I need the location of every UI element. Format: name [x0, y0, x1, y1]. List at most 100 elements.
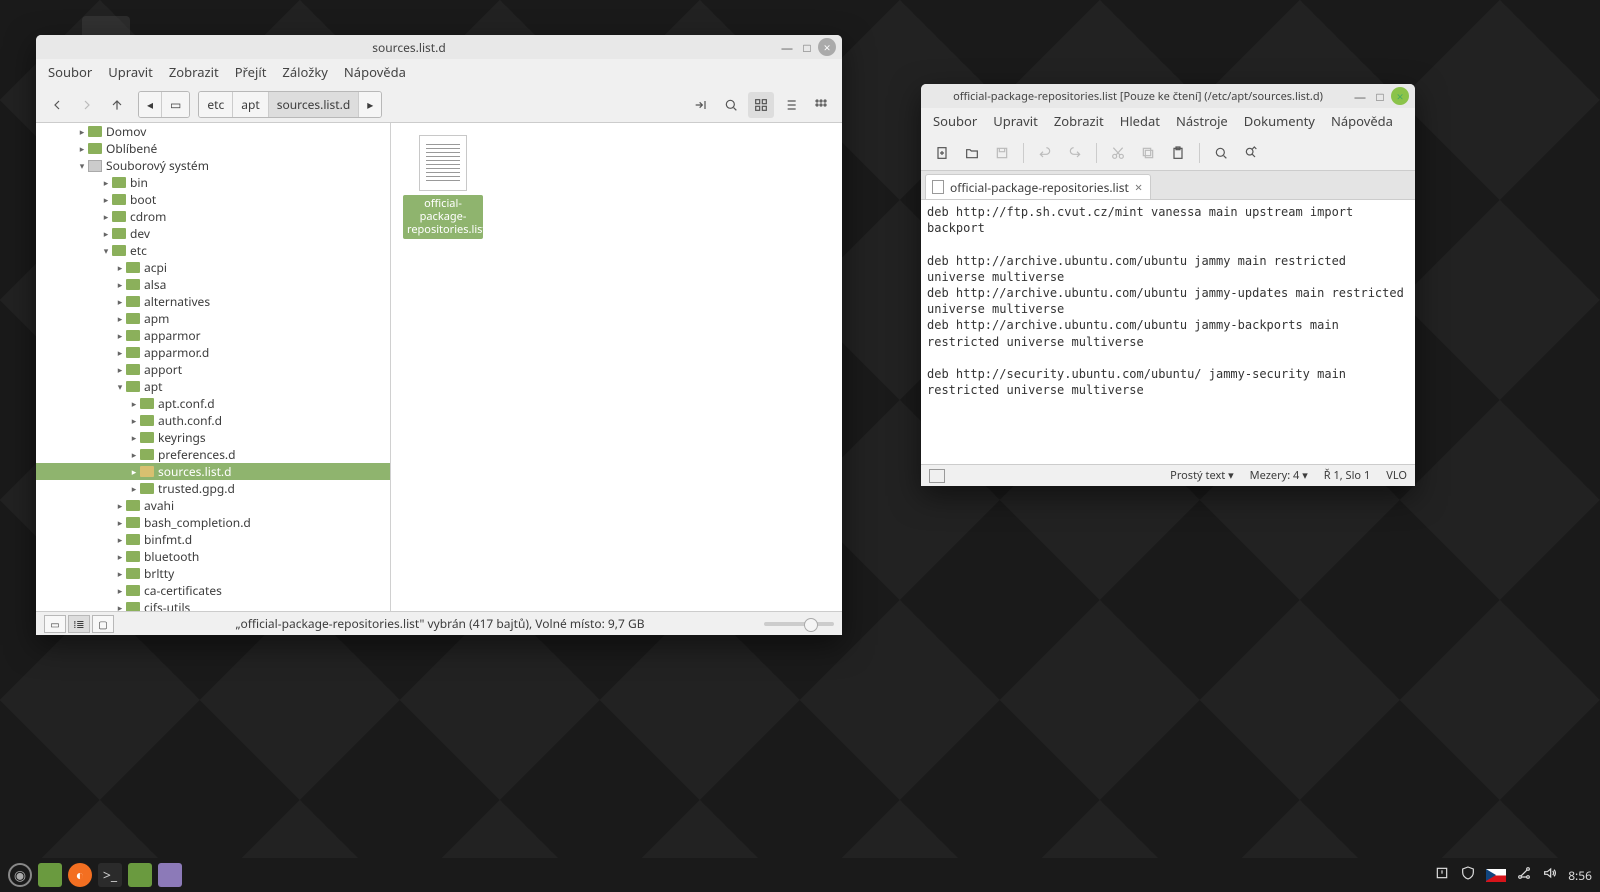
tree-item-apport[interactable]: ▸apport	[36, 361, 390, 378]
expand-arrow[interactable]: ▸	[114, 312, 126, 325]
tree-item-ca-certificates[interactable]: ▸ca-certificates	[36, 582, 390, 599]
menu-nástroje[interactable]: Nástroje	[1176, 112, 1228, 130]
expand-arrow[interactable]: ▸	[128, 414, 140, 427]
editor-textarea[interactable]: deb http://ftp.sh.cvut.cz/mint vanessa m…	[921, 200, 1415, 464]
tree-item-trusted-gpg-d[interactable]: ▸trusted.gpg.d	[36, 480, 390, 497]
zoom-slider[interactable]	[764, 622, 834, 626]
breadcrumb-apt[interactable]: apt	[233, 92, 268, 117]
tree-item-cdrom[interactable]: ▸cdrom	[36, 208, 390, 225]
new-file-button[interactable]	[929, 140, 955, 166]
expand-arrow[interactable]: ▸	[128, 448, 140, 461]
menu-zobrazit[interactable]: Zobrazit	[169, 63, 219, 81]
file-item[interactable]: official-package-repositories.list	[403, 135, 483, 239]
tree-item-boot[interactable]: ▸boot	[36, 191, 390, 208]
expand-arrow[interactable]: ▸	[114, 329, 126, 342]
breadcrumb-sources.list.d[interactable]: sources.list.d	[269, 92, 360, 117]
ed-titlebar[interactable]: official-package-repositories.list [Pouz…	[921, 84, 1415, 108]
close-button[interactable]: ×	[1391, 87, 1409, 105]
find-button[interactable]	[1208, 140, 1234, 166]
save-button[interactable]	[989, 140, 1015, 166]
minimize-button[interactable]: —	[778, 38, 796, 56]
expand-arrow[interactable]: ▸	[114, 278, 126, 291]
tree-item-Souborov-syst-m[interactable]: ▾Souborový systém	[36, 157, 390, 174]
expand-arrow[interactable]: ▸	[114, 295, 126, 308]
network-icon[interactable]	[1516, 865, 1532, 885]
tree-item-alsa[interactable]: ▸alsa	[36, 276, 390, 293]
expand-arrow[interactable]: ▸	[76, 125, 88, 138]
expand-arrow[interactable]: ▸	[114, 346, 126, 359]
tree-item-binfmt-d[interactable]: ▸binfmt.d	[36, 531, 390, 548]
clock[interactable]: 8:56	[1568, 867, 1592, 884]
tree-item-apt-conf-d[interactable]: ▸apt.conf.d	[36, 395, 390, 412]
tree-item-apparmor-d[interactable]: ▸apparmor.d	[36, 344, 390, 361]
firefox-launcher[interactable]: ◐	[68, 863, 92, 887]
tree-item-auth-conf-d[interactable]: ▸auth.conf.d	[36, 412, 390, 429]
undo-button[interactable]	[1032, 140, 1058, 166]
tree-panel[interactable]: ▸Domov▸Oblíbené▾Souborový systém▸bin▸boo…	[36, 123, 391, 611]
paste-button[interactable]	[1165, 140, 1191, 166]
panel-close[interactable]: ▢	[92, 615, 114, 633]
expand-arrow[interactable]: ▸	[114, 533, 126, 546]
tree-item-Obl-ben-[interactable]: ▸Oblíbené	[36, 140, 390, 157]
breadcrumb-etc[interactable]: etc	[199, 92, 233, 117]
ed-tab[interactable]: official-package-repositories.list ×	[925, 174, 1151, 199]
fm-titlebar[interactable]: sources.list.d — □ ×	[36, 35, 842, 59]
menu-upravit[interactable]: Upravit	[993, 112, 1038, 130]
open-file-button[interactable]	[959, 140, 985, 166]
tree-item-apm[interactable]: ▸apm	[36, 310, 390, 327]
redo-button[interactable]	[1062, 140, 1088, 166]
tree-item-bin[interactable]: ▸bin	[36, 174, 390, 191]
up-button[interactable]	[104, 92, 130, 118]
breadcrumb-prev[interactable]: ◂	[139, 92, 162, 117]
expand-arrow[interactable]: ▸	[100, 227, 112, 240]
expand-arrow[interactable]: ▸	[76, 142, 88, 155]
app-launcher[interactable]	[158, 863, 182, 887]
close-button[interactable]: ×	[818, 38, 836, 56]
expand-arrow[interactable]: ▸	[114, 516, 126, 529]
tabwidth-selector[interactable]: Mezery: 4 ▾	[1250, 468, 1308, 483]
replace-button[interactable]	[1238, 140, 1264, 166]
list-view-button[interactable]	[778, 92, 804, 118]
menu-button[interactable]: ◉	[8, 863, 32, 887]
expand-arrow[interactable]: ▾	[100, 244, 112, 257]
copy-button[interactable]	[1135, 140, 1161, 166]
show-desktop[interactable]	[38, 863, 62, 887]
shield-icon[interactable]	[1460, 865, 1476, 885]
expand-arrow[interactable]: ▸	[100, 193, 112, 206]
tree-item-Domov[interactable]: ▸Domov	[36, 123, 390, 140]
updates-icon[interactable]	[1434, 865, 1450, 885]
menu-nápověda[interactable]: Nápověda	[1331, 112, 1393, 130]
menu-upravit[interactable]: Upravit	[108, 63, 153, 81]
tree-item-bash_completion-d[interactable]: ▸bash_completion.d	[36, 514, 390, 531]
expand-arrow[interactable]: ▸	[114, 550, 126, 563]
compact-view-button[interactable]	[808, 92, 834, 118]
expand-arrow[interactable]: ▸	[114, 601, 126, 611]
side-panel-toggle[interactable]	[929, 469, 945, 483]
tree-item-alternatives[interactable]: ▸alternatives	[36, 293, 390, 310]
search-button[interactable]	[718, 92, 744, 118]
menu-hledat[interactable]: Hledat	[1120, 112, 1160, 130]
expand-arrow[interactable]: ▸	[114, 363, 126, 376]
terminal-launcher[interactable]: >_	[98, 863, 122, 887]
expand-arrow[interactable]: ▸	[114, 584, 126, 597]
menu-dokumenty[interactable]: Dokumenty	[1244, 112, 1315, 130]
files-launcher[interactable]	[128, 863, 152, 887]
location-toggle[interactable]	[688, 92, 714, 118]
tree-item-cifs-utils[interactable]: ▸cifs-utils	[36, 599, 390, 611]
expand-arrow[interactable]: ▾	[76, 159, 88, 172]
tree-item-preferences-d[interactable]: ▸preferences.d	[36, 446, 390, 463]
keyboard-layout-flag[interactable]	[1486, 869, 1506, 882]
maximize-button[interactable]: □	[1371, 87, 1389, 105]
menu-přejít[interactable]: Přejít	[235, 63, 267, 81]
cut-button[interactable]	[1105, 140, 1131, 166]
tree-item-brltty[interactable]: ▸brltty	[36, 565, 390, 582]
expand-arrow[interactable]: ▾	[114, 380, 126, 393]
tree-item-acpi[interactable]: ▸acpi	[36, 259, 390, 276]
forward-button[interactable]	[74, 92, 100, 118]
back-button[interactable]	[44, 92, 70, 118]
volume-icon[interactable]	[1542, 865, 1558, 885]
tree-item-keyrings[interactable]: ▸keyrings	[36, 429, 390, 446]
tree-item-dev[interactable]: ▸dev	[36, 225, 390, 242]
minimize-button[interactable]: —	[1351, 87, 1369, 105]
maximize-button[interactable]: □	[798, 38, 816, 56]
